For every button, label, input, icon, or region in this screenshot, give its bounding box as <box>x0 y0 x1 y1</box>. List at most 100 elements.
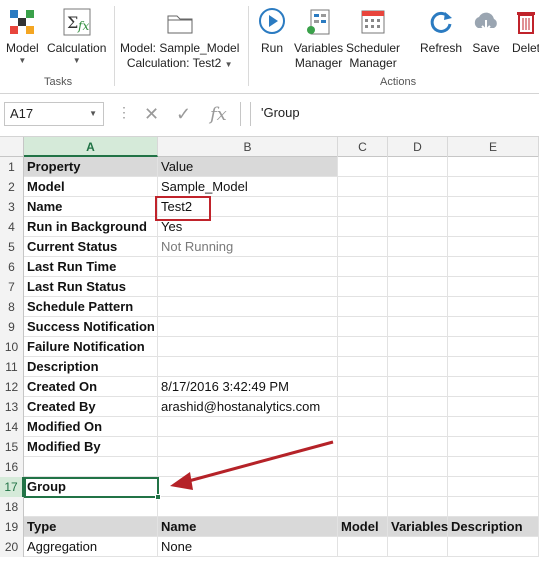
cell-c5[interactable] <box>338 237 388 257</box>
chevron-down-icon[interactable]: ▼ <box>89 103 97 125</box>
cell-c13[interactable] <box>338 397 388 417</box>
cell-c20[interactable] <box>338 537 388 557</box>
cell-e5[interactable] <box>448 237 539 257</box>
row-header[interactable]: 3 <box>0 197 24 217</box>
cell-e8[interactable] <box>448 297 539 317</box>
cell-c7[interactable] <box>338 277 388 297</box>
cell-e19[interactable]: Description <box>448 517 539 537</box>
column-header-c[interactable]: C <box>338 137 388 157</box>
cell-a12[interactable]: Created On <box>24 377 158 397</box>
cell-d14[interactable] <box>388 417 448 437</box>
confirm-icon[interactable]: ✓ <box>176 104 191 125</box>
cell-d7[interactable] <box>388 277 448 297</box>
cell-e10[interactable] <box>448 337 539 357</box>
cell-d15[interactable] <box>388 437 448 457</box>
cell-a16[interactable] <box>24 457 158 477</box>
cell-a6[interactable]: Last Run Time <box>24 257 158 277</box>
context-selector[interactable]: Model: Sample_Model Calculation: Test2 ▼ <box>120 6 239 71</box>
cell-e7[interactable] <box>448 277 539 297</box>
cell-e16[interactable] <box>448 457 539 477</box>
row-header[interactable]: 15 <box>0 437 24 457</box>
cell-b6[interactable] <box>158 257 338 277</box>
scheduler-manager-button[interactable]: Scheduler Manager <box>346 6 400 71</box>
cell-d3[interactable] <box>388 197 448 217</box>
cell-d16[interactable] <box>388 457 448 477</box>
row-header[interactable]: 16 <box>0 457 24 477</box>
row-header[interactable]: 6 <box>0 257 24 277</box>
model-button[interactable]: Model ▼ <box>6 6 39 66</box>
cell-e13[interactable] <box>448 397 539 417</box>
cell-d9[interactable] <box>388 317 448 337</box>
cell-d12[interactable] <box>388 377 448 397</box>
cell-c10[interactable] <box>338 337 388 357</box>
cell-c16[interactable] <box>338 457 388 477</box>
cell-b2[interactable]: Sample_Model <box>158 177 338 197</box>
column-header-d[interactable]: D <box>388 137 448 157</box>
cell-a11[interactable]: Description <box>24 357 158 377</box>
cell-c6[interactable] <box>338 257 388 277</box>
row-header[interactable]: 10 <box>0 337 24 357</box>
cell-d2[interactable] <box>388 177 448 197</box>
cell-a10[interactable]: Failure Notification <box>24 337 158 357</box>
cell-d17[interactable] <box>388 477 448 497</box>
cell-a2[interactable]: Model <box>24 177 158 197</box>
row-header[interactable]: 2 <box>0 177 24 197</box>
cell-e2[interactable] <box>448 177 539 197</box>
refresh-button[interactable]: Refresh <box>420 6 462 56</box>
cell-d6[interactable] <box>388 257 448 277</box>
row-header[interactable]: 9 <box>0 317 24 337</box>
cell-e18[interactable] <box>448 497 539 517</box>
name-box[interactable]: A17 ▼ <box>4 102 104 126</box>
cell-c2[interactable] <box>338 177 388 197</box>
cell-d4[interactable] <box>388 217 448 237</box>
cell-d13[interactable] <box>388 397 448 417</box>
cell-a19[interactable]: Type <box>24 517 158 537</box>
row-header[interactable]: 12 <box>0 377 24 397</box>
cell-c3[interactable] <box>338 197 388 217</box>
cancel-icon[interactable]: ✕ <box>144 104 159 125</box>
cell-e4[interactable] <box>448 217 539 237</box>
cell-a5[interactable]: Current Status <box>24 237 158 257</box>
select-all-corner[interactable] <box>0 137 24 157</box>
cell-d20[interactable] <box>388 537 448 557</box>
cell-e9[interactable] <box>448 317 539 337</box>
row-header[interactable]: 13 <box>0 397 24 417</box>
column-header-b[interactable]: B <box>158 137 338 157</box>
cell-a15[interactable]: Modified By <box>24 437 158 457</box>
cell-e17[interactable] <box>448 477 539 497</box>
cell-c17[interactable] <box>338 477 388 497</box>
cell-e14[interactable] <box>448 417 539 437</box>
row-header[interactable]: 4 <box>0 217 24 237</box>
fill-handle[interactable] <box>155 494 161 500</box>
cell-b17[interactable] <box>158 477 338 497</box>
cell-c9[interactable] <box>338 317 388 337</box>
row-header[interactable]: 14 <box>0 417 24 437</box>
cell-c4[interactable] <box>338 217 388 237</box>
row-header[interactable]: 7 <box>0 277 24 297</box>
cell-e6[interactable] <box>448 257 539 277</box>
cell-b5[interactable]: Not Running <box>158 237 338 257</box>
cell-e3[interactable] <box>448 197 539 217</box>
cell-b18[interactable] <box>158 497 338 517</box>
cell-c18[interactable] <box>338 497 388 517</box>
cell-a14[interactable]: Modified On <box>24 417 158 437</box>
cell-b10[interactable] <box>158 337 338 357</box>
cell-a9[interactable]: Success Notification <box>24 317 158 337</box>
cell-b1[interactable]: Value <box>158 157 338 177</box>
cell-b19[interactable]: Name <box>158 517 338 537</box>
cell-a7[interactable]: Last Run Status <box>24 277 158 297</box>
cell-b14[interactable] <box>158 417 338 437</box>
cell-c11[interactable] <box>338 357 388 377</box>
cell-a20[interactable]: Aggregation <box>24 537 158 557</box>
cell-e1[interactable] <box>448 157 539 177</box>
cell-b15[interactable] <box>158 437 338 457</box>
row-header[interactable]: 19 <box>0 517 24 537</box>
cell-b12[interactable]: 8/17/2016 3:42:49 PM <box>158 377 338 397</box>
cell-c1[interactable] <box>338 157 388 177</box>
cell-b8[interactable] <box>158 297 338 317</box>
row-header[interactable]: 17 <box>0 477 24 497</box>
cell-e15[interactable] <box>448 437 539 457</box>
row-header[interactable]: 1 <box>0 157 24 177</box>
save-button[interactable]: Save <box>470 6 502 56</box>
cell-a13[interactable]: Created By <box>24 397 158 417</box>
